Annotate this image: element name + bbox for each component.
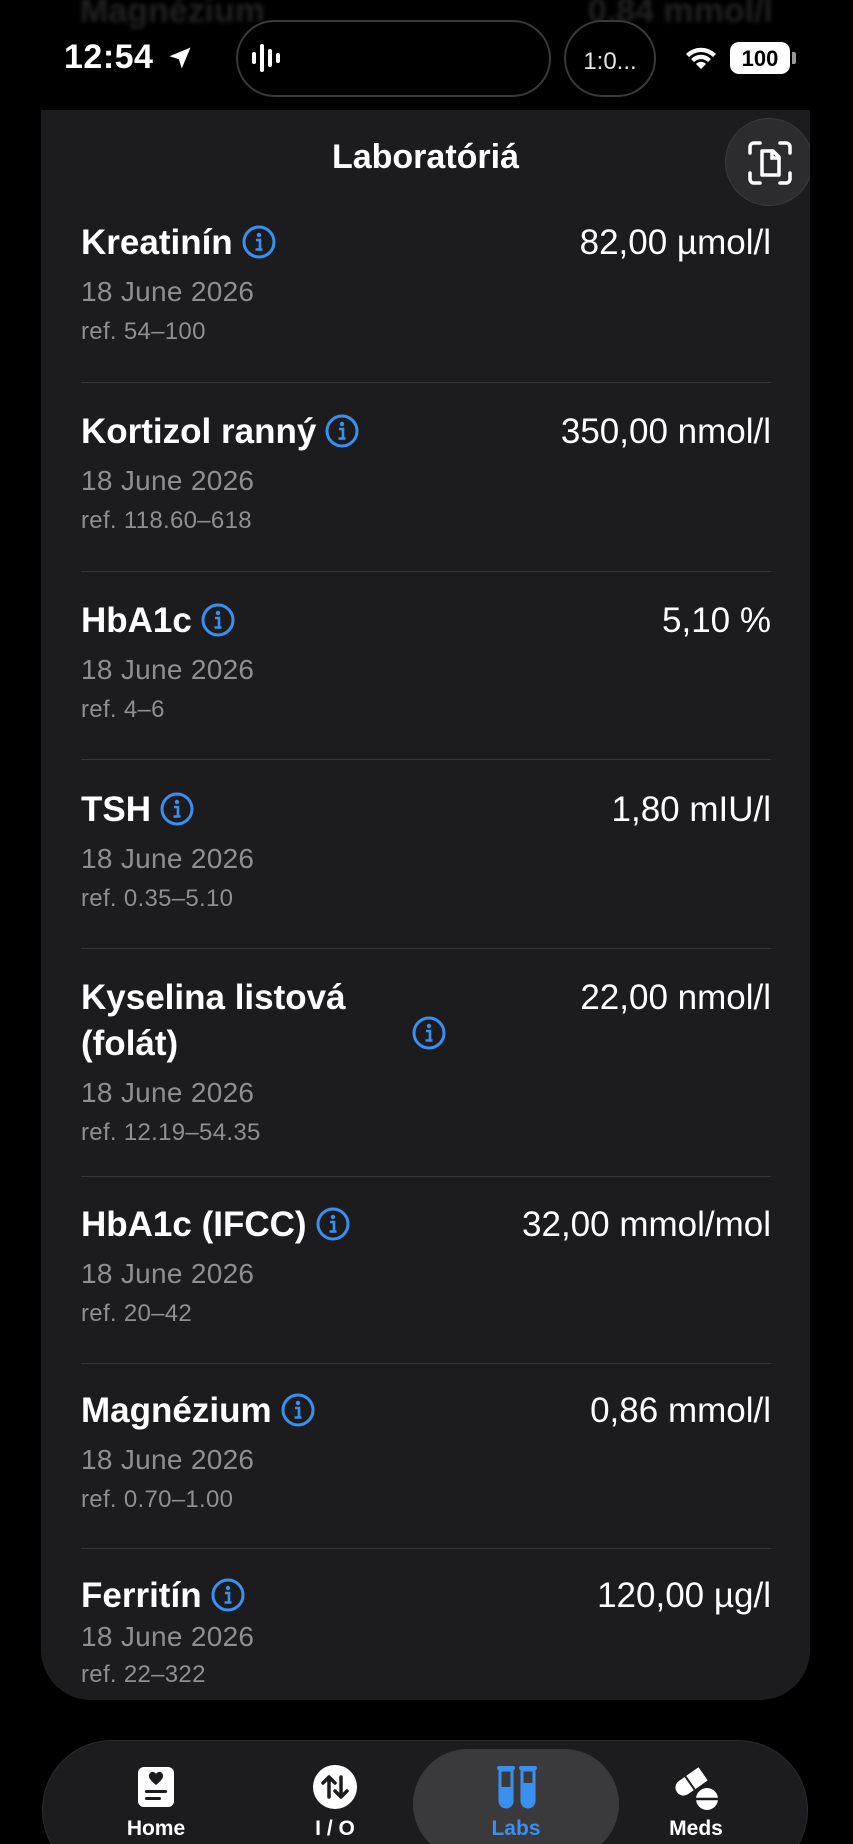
- tab-home[interactable]: Home: [56, 1741, 256, 1844]
- divider: [81, 1363, 771, 1364]
- lab-row[interactable]: HbA1c 5,10 % 18 June 2026 ref. 4–6: [81, 598, 771, 758]
- tab-label: I / O: [315, 1817, 355, 1840]
- info-icon[interactable]: [159, 791, 195, 827]
- divider: [81, 571, 771, 572]
- live-activity-text: 1:0...: [583, 48, 637, 75]
- io-arrows-icon: [313, 1765, 357, 1809]
- lab-row[interactable]: Kreatinín 82,00 µmol/l 18 June 2026 ref.…: [81, 220, 771, 380]
- lab-value: 5,10 %: [662, 601, 771, 640]
- scan-document-icon: [748, 141, 792, 185]
- info-icon[interactable]: [241, 224, 277, 260]
- lab-name: Kreatinín: [81, 223, 233, 262]
- lab-name: HbA1c (IFCC): [81, 1205, 307, 1244]
- divider: [81, 1176, 771, 1177]
- lab-date: 18 June 2026: [81, 465, 255, 496]
- tab-io[interactable]: I / O: [235, 1741, 435, 1844]
- lab-value: 0,86 mmol/l: [590, 1391, 771, 1430]
- lab-name-line2: (folát): [81, 1024, 179, 1063]
- info-icon[interactable]: [324, 413, 360, 449]
- divider: [81, 759, 771, 760]
- battery-icon: 100: [730, 42, 790, 74]
- info-icon[interactable]: [280, 1392, 316, 1428]
- lab-reference-range: ref. 118.60–618: [81, 507, 252, 534]
- lab-row[interactable]: Kyselina listová (folát) 22,00 nmol/l 18…: [81, 975, 771, 1175]
- lab-reference-range: ref. 22–322: [81, 1661, 206, 1688]
- battery-tip: [792, 52, 796, 64]
- page-title: Laboratóriá: [331, 138, 520, 176]
- lab-name: HbA1c: [81, 601, 192, 640]
- tab-label: Meds: [669, 1817, 723, 1840]
- scan-document-button[interactable]: [725, 118, 810, 206]
- home-icon: [138, 1767, 174, 1807]
- lab-date: 18 June 2026: [81, 843, 255, 874]
- wifi-icon: [686, 47, 716, 69]
- status-time: 12:54: [64, 38, 154, 76]
- lab-row[interactable]: HbA1c (IFCC) 32,00 mmol/mol 18 June 2026…: [81, 1202, 771, 1362]
- lab-reference-range: ref. 20–42: [81, 1300, 193, 1327]
- lab-date: 18 June 2026: [81, 1258, 255, 1289]
- lab-row[interactable]: Ferritín 120,00 µg/l 18 June 2026 ref. 2…: [81, 1573, 771, 1693]
- lab-name: Kortizol ranný: [81, 412, 317, 451]
- lab-reference-range: ref. 0.35–5.10: [81, 885, 234, 912]
- lab-value: 120,00 µg/l: [597, 1576, 771, 1615]
- audio-waveform-icon: [252, 44, 280, 72]
- status-bar: 12:54 1:0... 100: [0, 0, 853, 110]
- battery-level: 100: [741, 46, 779, 71]
- info-icon[interactable]: [411, 1015, 447, 1051]
- lab-reference-range: ref. 12.19–54.35: [81, 1119, 261, 1146]
- tab-meds[interactable]: Meds: [596, 1741, 796, 1844]
- lab-name: Ferritín: [81, 1576, 202, 1615]
- divider: [81, 948, 771, 949]
- lab-date: 18 June 2026: [81, 654, 255, 685]
- info-icon[interactable]: [315, 1206, 351, 1242]
- pills-icon: [675, 1767, 718, 1810]
- info-icon[interactable]: [210, 1577, 246, 1613]
- lab-value: 1,80 mIU/l: [611, 790, 772, 829]
- tab-label: Home: [126, 1817, 186, 1840]
- lab-value: 32,00 mmol/mol: [522, 1205, 771, 1244]
- lab-value: 350,00 nmol/l: [560, 412, 771, 451]
- lab-name-line1: Kyselina listová: [81, 978, 346, 1017]
- location-arrow-icon: [169, 47, 191, 69]
- lab-reference-range: ref. 0.70–1.00: [81, 1486, 234, 1513]
- lab-name: TSH: [81, 790, 151, 829]
- tab-label: Labs: [491, 1817, 541, 1840]
- lab-value: 82,00 µmol/l: [579, 223, 771, 262]
- lab-date: 18 June 2026: [81, 1621, 255, 1652]
- lab-reference-range: ref. 4–6: [81, 696, 165, 723]
- lab-value: 22,00 nmol/l: [580, 978, 771, 1017]
- info-icon[interactable]: [200, 602, 236, 638]
- lab-date: 18 June 2026: [81, 276, 255, 307]
- divider: [81, 382, 771, 383]
- lab-reference-range: ref. 54–100: [81, 318, 206, 345]
- test-tubes-icon: [497, 1766, 537, 1809]
- labs-sheet: Laboratóriá Kreatinín 82,00 µmol/l 18 Ju…: [41, 110, 810, 1700]
- tab-bar: Home I / O Labs Meds: [42, 1740, 808, 1844]
- lab-date: 18 June 2026: [81, 1444, 255, 1475]
- lab-row[interactable]: Kortizol ranný 350,00 nmol/l 18 June 202…: [81, 409, 771, 569]
- lab-row[interactable]: TSH 1,80 mIU/l 18 June 2026 ref. 0.35–5.…: [81, 787, 771, 947]
- lab-row[interactable]: Magnézium 0,86 mmol/l 18 June 2026 ref. …: [81, 1388, 771, 1548]
- live-activity-timer[interactable]: 1:0...: [564, 20, 656, 97]
- lab-name: Magnézium: [81, 1391, 272, 1430]
- tab-labs[interactable]: Labs: [413, 1741, 619, 1844]
- lab-date: 18 June 2026: [81, 1077, 255, 1108]
- divider: [81, 1548, 771, 1549]
